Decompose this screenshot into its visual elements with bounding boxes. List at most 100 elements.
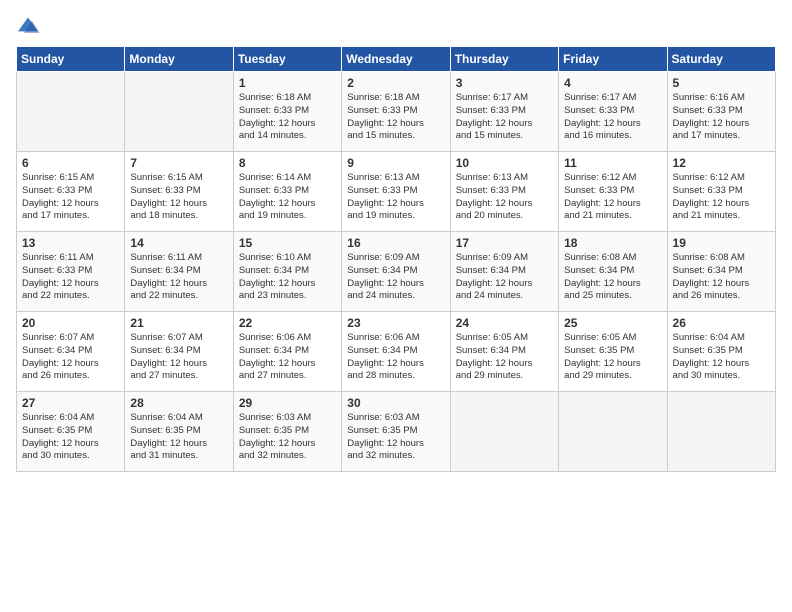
day-number: 4 xyxy=(564,76,661,90)
day-number: 14 xyxy=(130,236,227,250)
cell-info: Sunrise: 6:15 AM Sunset: 6:33 PM Dayligh… xyxy=(130,172,227,223)
calendar-cell xyxy=(450,392,558,472)
calendar-cell: 3 Sunrise: 6:17 AM Sunset: 6:33 PM Daylig… xyxy=(450,72,558,152)
calendar-cell xyxy=(17,72,125,152)
day-number: 26 xyxy=(673,316,770,330)
day-header: Saturday xyxy=(667,47,775,72)
cell-info: Sunrise: 6:07 AM Sunset: 6:34 PM Dayligh… xyxy=(22,332,119,383)
calendar-cell: 8 Sunrise: 6:14 AM Sunset: 6:33 PM Daylig… xyxy=(233,152,341,232)
day-number: 20 xyxy=(22,316,119,330)
calendar-cell: 19 Sunrise: 6:08 AM Sunset: 6:34 PM Dayli… xyxy=(667,232,775,312)
cell-info: Sunrise: 6:10 AM Sunset: 6:34 PM Dayligh… xyxy=(239,252,336,303)
calendar-week-row: 20 Sunrise: 6:07 AM Sunset: 6:34 PM Dayli… xyxy=(17,312,776,392)
cell-info: Sunrise: 6:15 AM Sunset: 6:33 PM Dayligh… xyxy=(22,172,119,223)
cell-info: Sunrise: 6:09 AM Sunset: 6:34 PM Dayligh… xyxy=(456,252,553,303)
day-number: 17 xyxy=(456,236,553,250)
calendar-week-row: 1 Sunrise: 6:18 AM Sunset: 6:33 PM Daylig… xyxy=(17,72,776,152)
calendar-cell: 17 Sunrise: 6:09 AM Sunset: 6:34 PM Dayli… xyxy=(450,232,558,312)
day-number: 25 xyxy=(564,316,661,330)
calendar-cell: 23Sunrise: 6:06 AM Sunset: 6:34 PM Dayli… xyxy=(342,312,450,392)
cell-info: Sunrise: 6:17 AM Sunset: 6:33 PM Dayligh… xyxy=(564,92,661,143)
calendar-cell: 13 Sunrise: 6:11 AM Sunset: 6:33 PM Dayli… xyxy=(17,232,125,312)
calendar-cell xyxy=(125,72,233,152)
calendar-cell: 14 Sunrise: 6:11 AM Sunset: 6:34 PM Dayli… xyxy=(125,232,233,312)
page-header xyxy=(16,16,776,36)
day-number: 8 xyxy=(239,156,336,170)
calendar-cell: 7 Sunrise: 6:15 AM Sunset: 6:33 PM Daylig… xyxy=(125,152,233,232)
calendar-cell: 24 Sunrise: 6:05 AM Sunset: 6:34 PM Dayli… xyxy=(450,312,558,392)
day-number: 16 xyxy=(347,236,444,250)
day-number: 28 xyxy=(130,396,227,410)
cell-info: Sunrise: 6:09 AM Sunset: 6:34 PM Dayligh… xyxy=(347,252,444,303)
calendar-cell: 6Sunrise: 6:15 AM Sunset: 6:33 PM Daylig… xyxy=(17,152,125,232)
cell-info: Sunrise: 6:17 AM Sunset: 6:33 PM Dayligh… xyxy=(456,92,553,143)
cell-info: Sunrise: 6:12 AM Sunset: 6:33 PM Dayligh… xyxy=(673,172,770,223)
day-number: 1 xyxy=(239,76,336,90)
day-number: 11 xyxy=(564,156,661,170)
calendar-header-row: SundayMondayTuesdayWednesdayThursdayFrid… xyxy=(17,47,776,72)
cell-info: Sunrise: 6:04 AM Sunset: 6:35 PM Dayligh… xyxy=(130,412,227,463)
day-number: 9 xyxy=(347,156,444,170)
calendar-cell: 26 Sunrise: 6:04 AM Sunset: 6:35 PM Dayli… xyxy=(667,312,775,392)
cell-info: Sunrise: 6:13 AM Sunset: 6:33 PM Dayligh… xyxy=(456,172,553,223)
cell-info: Sunrise: 6:05 AM Sunset: 6:34 PM Dayligh… xyxy=(456,332,553,383)
day-number: 24 xyxy=(456,316,553,330)
day-header: Monday xyxy=(125,47,233,72)
day-header: Sunday xyxy=(17,47,125,72)
cell-info: Sunrise: 6:18 AM Sunset: 6:33 PM Dayligh… xyxy=(239,92,336,143)
logo-icon xyxy=(16,16,40,36)
cell-info: Sunrise: 6:04 AM Sunset: 6:35 PM Dayligh… xyxy=(673,332,770,383)
day-number: 19 xyxy=(673,236,770,250)
calendar-cell: 28 Sunrise: 6:04 AM Sunset: 6:35 PM Dayli… xyxy=(125,392,233,472)
day-header: Thursday xyxy=(450,47,558,72)
day-number: 21 xyxy=(130,316,227,330)
calendar-cell: 12 Sunrise: 6:12 AM Sunset: 6:33 PM Dayli… xyxy=(667,152,775,232)
calendar-cell: 4 Sunrise: 6:17 AM Sunset: 6:33 PM Daylig… xyxy=(559,72,667,152)
calendar-cell: 2 Sunrise: 6:18 AM Sunset: 6:33 PM Daylig… xyxy=(342,72,450,152)
day-number: 2 xyxy=(347,76,444,90)
calendar-cell: 21Sunrise: 6:07 AM Sunset: 6:34 PM Dayli… xyxy=(125,312,233,392)
day-header: Friday xyxy=(559,47,667,72)
calendar-cell: 29Sunrise: 6:03 AM Sunset: 6:35 PM Dayli… xyxy=(233,392,341,472)
cell-info: Sunrise: 6:08 AM Sunset: 6:34 PM Dayligh… xyxy=(673,252,770,303)
calendar-cell: 5 Sunrise: 6:16 AM Sunset: 6:33 PM Daylig… xyxy=(667,72,775,152)
cell-info: Sunrise: 6:14 AM Sunset: 6:33 PM Dayligh… xyxy=(239,172,336,223)
calendar-cell xyxy=(667,392,775,472)
calendar-week-row: 13 Sunrise: 6:11 AM Sunset: 6:33 PM Dayli… xyxy=(17,232,776,312)
cell-info: Sunrise: 6:11 AM Sunset: 6:33 PM Dayligh… xyxy=(22,252,119,303)
cell-info: Sunrise: 6:12 AM Sunset: 6:33 PM Dayligh… xyxy=(564,172,661,223)
calendar-cell: 25 Sunrise: 6:05 AM Sunset: 6:35 PM Dayli… xyxy=(559,312,667,392)
day-header: Tuesday xyxy=(233,47,341,72)
cell-info: Sunrise: 6:06 AM Sunset: 6:34 PM Dayligh… xyxy=(239,332,336,383)
day-number: 12 xyxy=(673,156,770,170)
day-number: 3 xyxy=(456,76,553,90)
day-number: 5 xyxy=(673,76,770,90)
calendar-cell: 16 Sunrise: 6:09 AM Sunset: 6:34 PM Dayli… xyxy=(342,232,450,312)
calendar-cell: 15 Sunrise: 6:10 AM Sunset: 6:34 PM Dayli… xyxy=(233,232,341,312)
cell-info: Sunrise: 6:18 AM Sunset: 6:33 PM Dayligh… xyxy=(347,92,444,143)
day-number: 27 xyxy=(22,396,119,410)
day-number: 22 xyxy=(239,316,336,330)
cell-info: Sunrise: 6:06 AM Sunset: 6:34 PM Dayligh… xyxy=(347,332,444,383)
day-number: 13 xyxy=(22,236,119,250)
calendar-week-row: 6Sunrise: 6:15 AM Sunset: 6:33 PM Daylig… xyxy=(17,152,776,232)
calendar-cell: 22 Sunrise: 6:06 AM Sunset: 6:34 PM Dayli… xyxy=(233,312,341,392)
calendar-table: SundayMondayTuesdayWednesdayThursdayFrid… xyxy=(16,46,776,472)
cell-info: Sunrise: 6:03 AM Sunset: 6:35 PM Dayligh… xyxy=(239,412,336,463)
cell-info: Sunrise: 6:16 AM Sunset: 6:33 PM Dayligh… xyxy=(673,92,770,143)
calendar-cell: 9Sunrise: 6:13 AM Sunset: 6:33 PM Daylig… xyxy=(342,152,450,232)
calendar-cell: 30Sunrise: 6:03 AM Sunset: 6:35 PM Dayli… xyxy=(342,392,450,472)
cell-info: Sunrise: 6:04 AM Sunset: 6:35 PM Dayligh… xyxy=(22,412,119,463)
day-number: 15 xyxy=(239,236,336,250)
cell-info: Sunrise: 6:08 AM Sunset: 6:34 PM Dayligh… xyxy=(564,252,661,303)
day-number: 7 xyxy=(130,156,227,170)
calendar-cell xyxy=(559,392,667,472)
calendar-cell: 18 Sunrise: 6:08 AM Sunset: 6:34 PM Dayli… xyxy=(559,232,667,312)
cell-info: Sunrise: 6:05 AM Sunset: 6:35 PM Dayligh… xyxy=(564,332,661,383)
logo xyxy=(16,16,44,36)
calendar-cell: 10Sunrise: 6:13 AM Sunset: 6:33 PM Dayli… xyxy=(450,152,558,232)
day-number: 18 xyxy=(564,236,661,250)
cell-info: Sunrise: 6:11 AM Sunset: 6:34 PM Dayligh… xyxy=(130,252,227,303)
calendar-cell: 27 Sunrise: 6:04 AM Sunset: 6:35 PM Dayli… xyxy=(17,392,125,472)
calendar-week-row: 27 Sunrise: 6:04 AM Sunset: 6:35 PM Dayli… xyxy=(17,392,776,472)
